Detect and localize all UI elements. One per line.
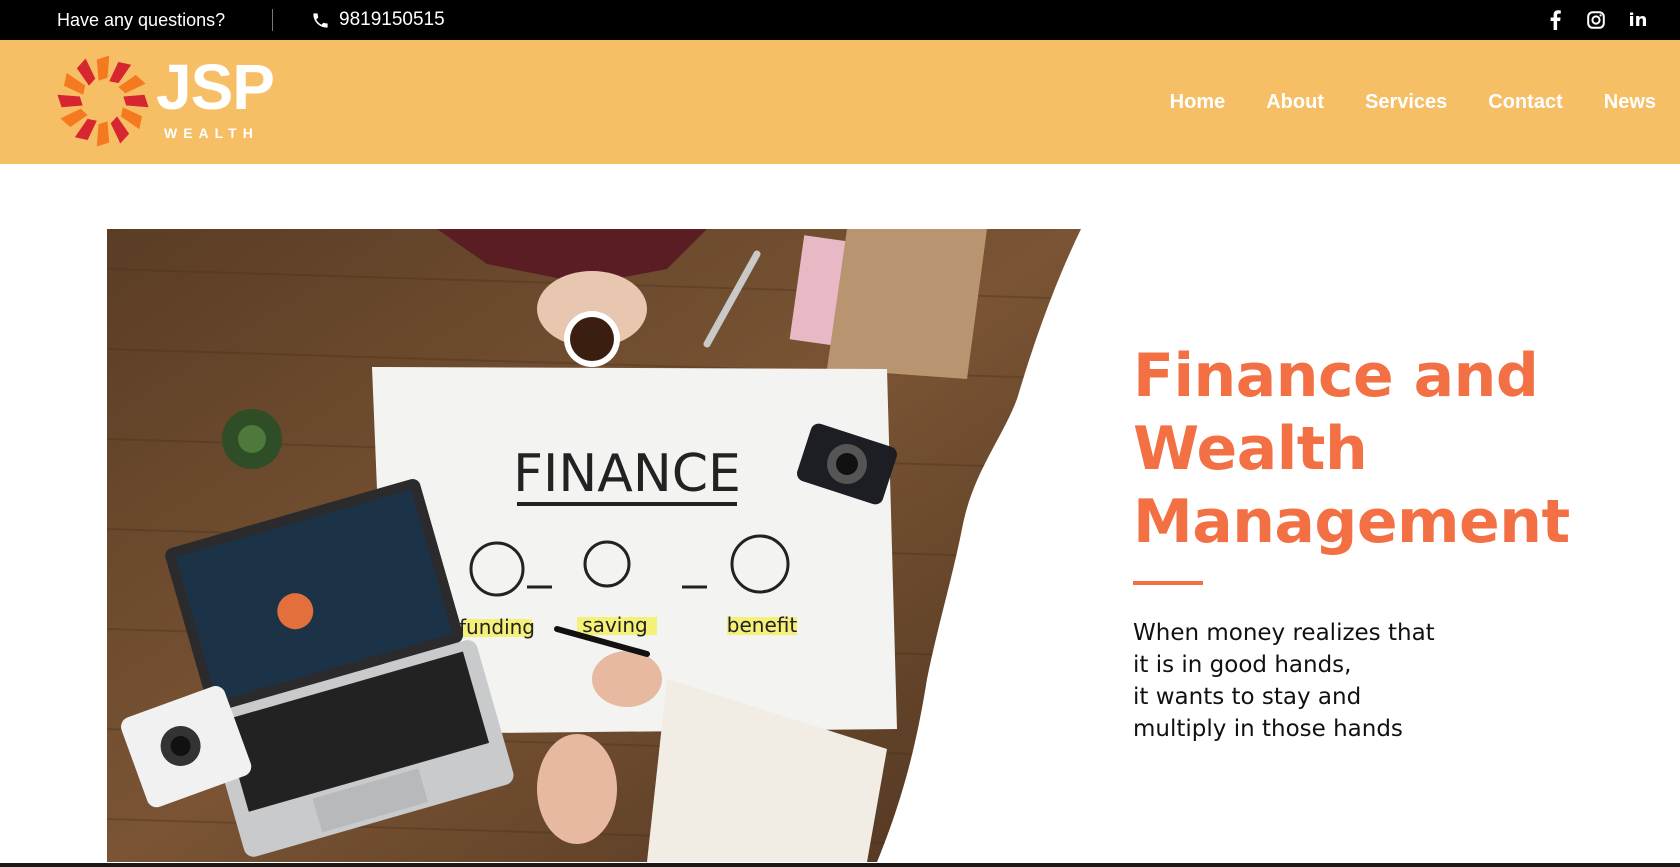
bottom-border xyxy=(0,863,1680,867)
logo-ray xyxy=(96,121,110,147)
image-label-saving: saving xyxy=(582,613,647,637)
logo-ray xyxy=(57,94,83,108)
facebook-icon xyxy=(1550,10,1561,30)
nav-about[interactable]: About xyxy=(1266,91,1324,114)
topbar-divider xyxy=(272,9,273,31)
nav-services[interactable]: Services xyxy=(1365,91,1447,114)
social-links: in xyxy=(1540,0,1680,40)
hero-text: Finance and Wealth Management When money… xyxy=(1133,340,1633,745)
hero-title: Finance and Wealth Management xyxy=(1133,340,1633,559)
hero-tagline: When money realizes that it is in good h… xyxy=(1133,617,1633,745)
nav-news[interactable]: News xyxy=(1604,91,1656,114)
hero-title-line-2: Wealth xyxy=(1133,414,1368,484)
hero-tagline-line-2: it is in good hands, xyxy=(1133,652,1352,678)
instagram-icon xyxy=(1587,11,1605,29)
hero-title-line-3: Management xyxy=(1133,487,1570,557)
sunburst-logo-icon xyxy=(57,55,149,147)
image-label-benefit: benefit xyxy=(727,613,798,637)
logo-ray xyxy=(123,94,149,108)
image-label-funding: funding xyxy=(459,615,535,639)
phone-link[interactable]: 9819150515 xyxy=(311,0,445,40)
logo[interactable]: JSP WEALTH xyxy=(56,51,296,151)
logo-ray xyxy=(74,118,97,141)
image-heading: FINANCE xyxy=(513,444,741,504)
hero-title-line-1: Finance and xyxy=(1133,341,1539,411)
logo-ray xyxy=(120,107,143,130)
nav-contact[interactable]: Contact xyxy=(1488,91,1562,114)
top-bar: Have any questions? 9819150515 in xyxy=(0,0,1680,40)
facebook-link[interactable] xyxy=(1540,0,1570,40)
logo-ray xyxy=(109,61,132,84)
hero-tagline-line-3: it wants to stay and xyxy=(1133,684,1362,710)
logo-subtitle: WEALTH xyxy=(164,125,259,141)
hero-tagline-line-4: multiply in those hands xyxy=(1133,716,1403,742)
hero-tagline-line-1: When money realizes that xyxy=(1133,620,1435,646)
nav-home[interactable]: Home xyxy=(1170,91,1226,114)
linkedin-link[interactable]: in xyxy=(1623,0,1653,40)
site-header: JSP WEALTH Home About Services Contact N… xyxy=(0,40,1680,164)
hero-accent-rule xyxy=(1133,581,1203,585)
phone-icon xyxy=(313,12,328,28)
phone-number: 9819150515 xyxy=(339,9,445,30)
logo-ray xyxy=(63,72,86,95)
main-nav: Home About Services Contact News xyxy=(1170,40,1656,164)
questions-text: Have any questions? xyxy=(57,10,226,30)
linkedin-icon: in xyxy=(1628,9,1648,31)
hero-image: FINANCE funding saving benefit xyxy=(107,229,1081,862)
logo-brand: JSP xyxy=(156,51,275,123)
logo-ray xyxy=(96,55,110,81)
instagram-link[interactable] xyxy=(1581,0,1611,40)
